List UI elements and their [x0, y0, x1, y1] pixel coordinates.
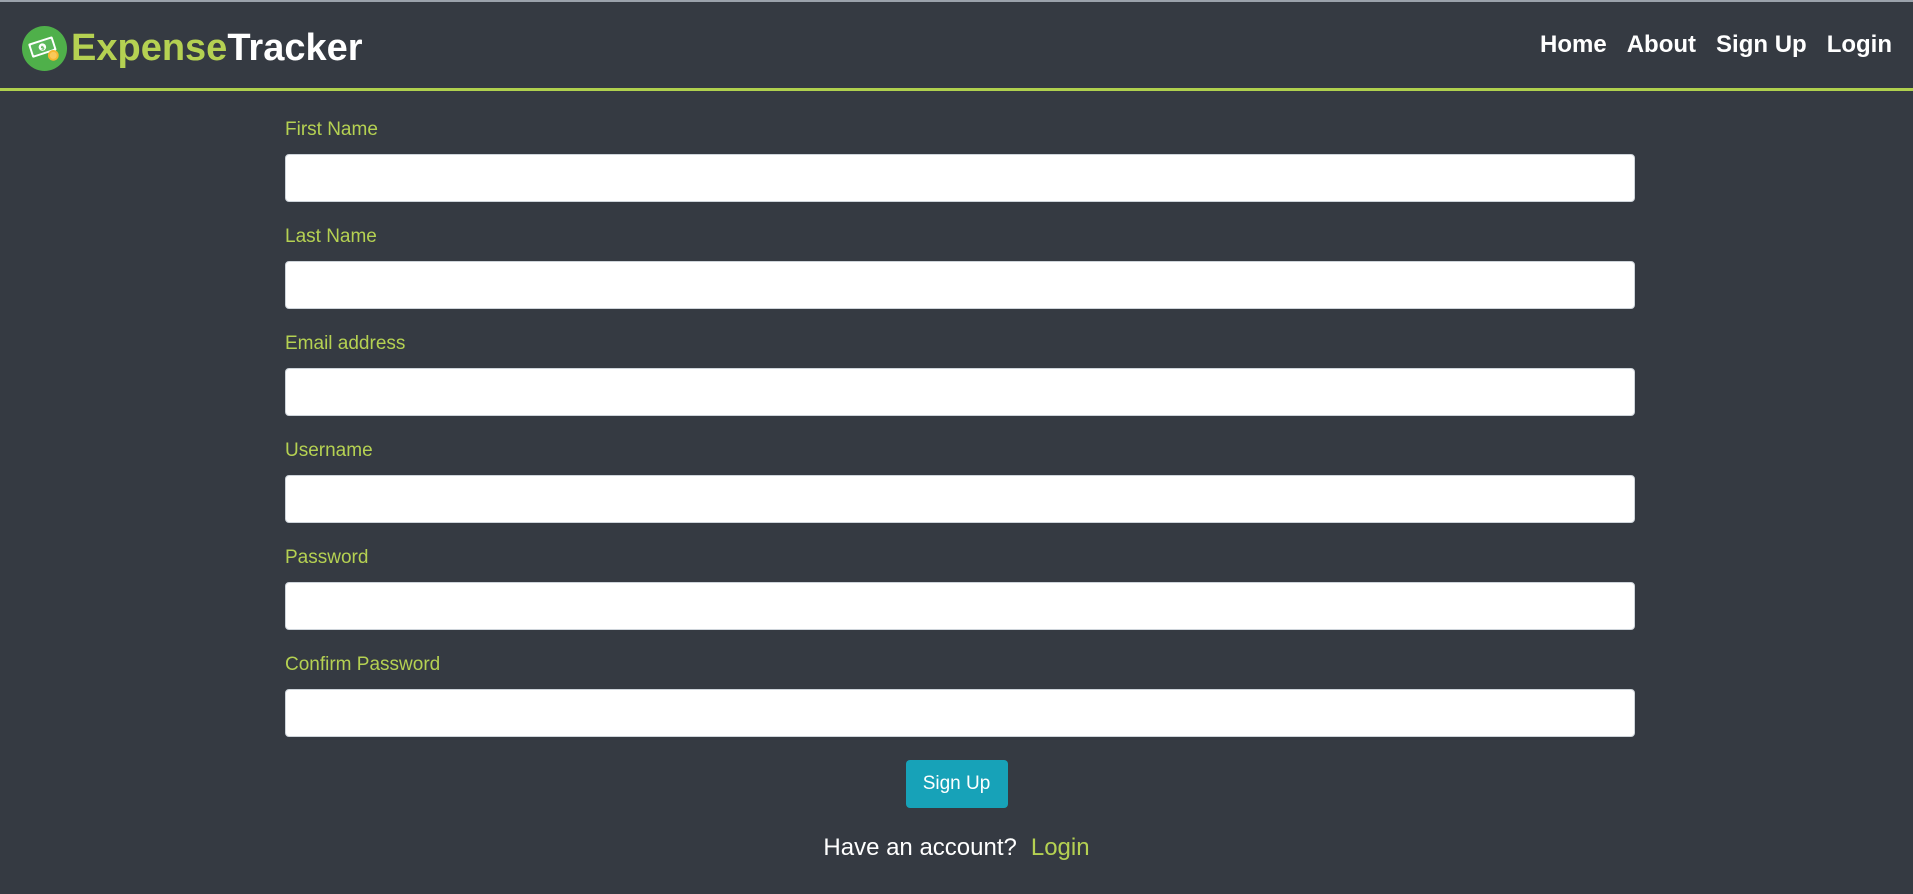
brand-name-part2: Tracker [227, 27, 363, 69]
confirm-password-input[interactable] [285, 689, 1635, 737]
last-name-input[interactable] [285, 261, 1635, 309]
password-label: Password [285, 547, 369, 568]
nav-links: Home About Sign Up Login [1540, 26, 1892, 64]
login-link[interactable]: Login [1031, 832, 1090, 864]
brand-name-part1: Expense [71, 27, 228, 69]
brand-name: ExpenseTracker [71, 24, 363, 72]
signup-form: First Name Last Name Email address Usern… [285, 96, 1635, 737]
nav-link-sign-up[interactable]: Sign Up [1716, 26, 1807, 64]
confirm-password-label: Confirm Password [285, 654, 441, 675]
password-input[interactable] [285, 582, 1635, 630]
nav-link-home[interactable]: Home [1540, 26, 1607, 64]
login-prompt: Have an account? Login [0, 832, 1913, 864]
first-name-label: First Name [285, 119, 378, 140]
username-input[interactable] [285, 475, 1635, 523]
sign-up-button[interactable]: Sign Up [905, 760, 1008, 808]
nav-link-about[interactable]: About [1627, 26, 1696, 64]
email-label: Email address [285, 333, 406, 354]
money-coin-icon: $ [21, 25, 68, 71]
brand-logo[interactable]: $ ExpenseTracker [21, 24, 363, 72]
first-name-input[interactable] [285, 154, 1635, 202]
last-name-label: Last Name [285, 226, 377, 247]
have-account-text: Have an account? [823, 834, 1017, 861]
navbar: $ ExpenseTracker Home About Sign Up Logi… [0, 0, 1913, 91]
submit-container: Sign Up [0, 760, 1913, 808]
nav-link-login[interactable]: Login [1827, 26, 1892, 64]
email-input[interactable] [285, 368, 1635, 416]
username-label: Username [285, 440, 373, 461]
